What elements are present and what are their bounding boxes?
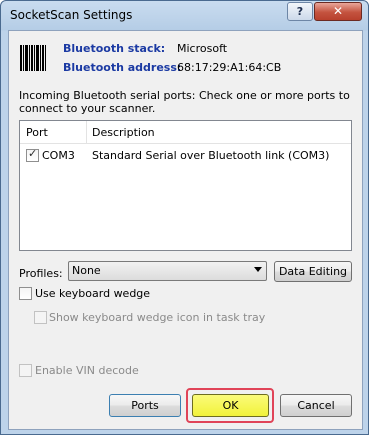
ports-description: Incoming Bluetooth serial ports: Check o… [19,89,350,115]
profiles-label: Profiles: [19,267,63,280]
column-divider[interactable] [86,121,87,143]
bluetooth-stack-label: Bluetooth stack: [63,42,166,55]
port-checkbox[interactable] [26,147,39,162]
ports-button[interactable]: Ports [109,394,181,417]
column-header-description[interactable]: Description [92,126,155,139]
bluetooth-stack-value: Microsoft [177,42,228,55]
settings-window: SocketScan Settings ? ✕ Bluetooth stack:… [0,0,369,435]
tray-icon-checkbox [34,311,47,324]
vin-decode-label: Enable VIN decode [35,364,139,377]
chevron-down-icon[interactable] [254,267,262,272]
keyboard-wedge-label[interactable]: Use keyboard wedge [35,287,150,300]
vin-decode-checkbox [19,364,32,377]
ports-list[interactable]: Port Description COM3 Standard Serial ov… [19,120,352,251]
profiles-selected-value: None [72,264,101,277]
port-row[interactable]: COM3 Standard Serial over Bluetooth link… [20,147,351,164]
bluetooth-address-label: Bluetooth address: [63,61,182,74]
cancel-button[interactable]: Cancel [280,394,352,417]
ok-button[interactable]: OK [192,394,269,417]
window-title: SocketScan Settings [10,8,133,22]
profiles-dropdown[interactable]: None [68,261,267,281]
bluetooth-address-value: 68:17:29:A1:64:CB [177,61,282,74]
port-description: Standard Serial over Bluetooth link (COM… [92,149,330,162]
data-editing-button[interactable]: Data Editing [274,261,352,282]
help-button[interactable]: ? [287,2,313,21]
column-header-port[interactable]: Port [26,126,48,139]
tray-icon-label: Show keyboard wedge icon in task tray [49,311,266,324]
ports-list-header: Port Description [20,121,351,144]
close-button[interactable]: ✕ [314,2,362,21]
port-name: COM3 [42,149,75,162]
dialog-body: Bluetooth stack: Microsoft Bluetooth add… [8,30,363,430]
title-bar[interactable]: SocketScan Settings ? ✕ [1,1,368,30]
barcode-icon [20,45,46,71]
keyboard-wedge-checkbox[interactable] [19,287,32,300]
